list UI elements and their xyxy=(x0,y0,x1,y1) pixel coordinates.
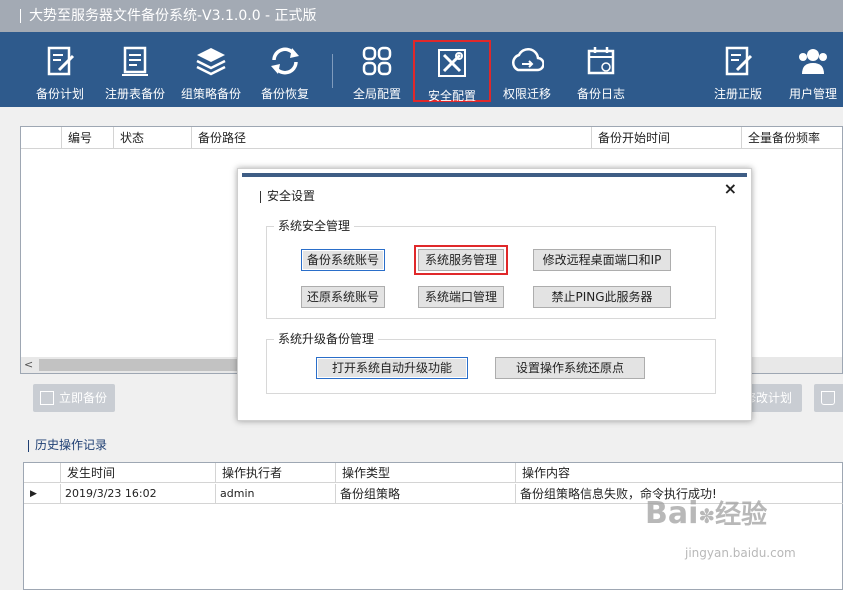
disable-ping-button[interactable]: 禁止PING此服务器 xyxy=(533,286,671,308)
toolbar-label: 安全配置 xyxy=(427,89,476,103)
toolbar-gpo-backup[interactable]: 组策略备份 xyxy=(176,32,246,107)
toolbar-backup-log[interactable]: 备份日志 xyxy=(568,32,634,107)
highlight-box xyxy=(414,245,508,275)
toolbar-label: 备份日志 xyxy=(576,87,625,101)
restore-accounts-button[interactable]: 还原系统账号 xyxy=(301,286,385,308)
table-header: 编号 状态 备份路径 备份开始时间 全量备份频率 xyxy=(21,127,842,149)
set-restore-point-button[interactable]: 设置操作系统还原点 xyxy=(495,357,645,379)
copy-icon xyxy=(40,391,54,405)
history-header: 发生时间 操作执行者 操作类型 操作内容 xyxy=(24,463,842,483)
toolbar-label: 注册正版 xyxy=(713,87,762,101)
column-header[interactable]: 备份路径 xyxy=(191,127,591,149)
trash-icon xyxy=(821,391,835,405)
dialog-title-divider xyxy=(260,190,261,203)
column-header[interactable]: 编号 xyxy=(61,127,113,149)
backup-now-label: 立即备份 xyxy=(59,391,108,405)
toolbar-label: 用户管理 xyxy=(788,87,837,101)
scroll-left-icon[interactable]: < xyxy=(24,357,33,373)
port-management-button[interactable]: 系统端口管理 xyxy=(418,286,504,308)
remote-desktop-port-button[interactable]: 修改远程桌面端口和IP xyxy=(533,249,671,271)
toolbar-label: 全局配置 xyxy=(352,87,401,101)
delete-plan-button[interactable] xyxy=(814,384,843,412)
toolbar-global-config[interactable]: 全局配置 xyxy=(344,32,410,107)
refresh-icon xyxy=(271,47,299,75)
watermark-brand: Bai xyxy=(645,496,699,531)
column-header[interactable]: 操作内容 xyxy=(515,463,843,483)
history-time: 2019/3/23 16:02 xyxy=(60,484,215,504)
dialog-title-text: 安全设置 xyxy=(267,189,316,203)
watermark-brand2: 经验 xyxy=(715,500,768,530)
history-section-label: 历史操作记录 xyxy=(28,436,107,453)
enable-auto-update-button[interactable]: 打开系统自动升级功能 xyxy=(316,357,468,379)
title-divider xyxy=(20,9,21,23)
toolbar-label: 备份恢复 xyxy=(260,87,309,101)
history-user: admin xyxy=(215,484,335,504)
layers-icon xyxy=(196,48,226,76)
column-header[interactable]: 操作类型 xyxy=(335,463,515,483)
history-label-divider xyxy=(28,439,29,452)
toolbar-label: 权限迁移 xyxy=(502,87,551,101)
column-header[interactable]: 备份开始时间 xyxy=(591,127,741,149)
baidu-watermark: Bai✽经验 jingyan.baidu.com xyxy=(645,494,796,560)
toolbar-separator xyxy=(332,54,333,88)
backup-accounts-button[interactable]: 备份系统账号 xyxy=(301,249,385,271)
paw-icon: ✽ xyxy=(698,504,716,528)
toolbar-register[interactable]: 注册正版 xyxy=(706,32,770,107)
group-label: 系统安全管理 xyxy=(274,217,355,234)
dialog-top-accent xyxy=(242,173,747,177)
toolbar-user-management[interactable]: 用户管理 xyxy=(782,32,843,107)
main-toolbar: 备份计划 注册表备份 组策略备份 备份恢复 全局配置 安全配置 权限迁移 备份日… xyxy=(0,32,843,107)
column-header[interactable]: 发生时间 xyxy=(60,463,215,483)
toolbar-label: 注册表备份 xyxy=(104,87,165,101)
toolbar-backup-plan[interactable]: 备份计划 xyxy=(22,32,98,107)
security-settings-dialog: 安全设置 × 系统安全管理 备份系统账号 系统服务管理 修改远程桌面端口和IP … xyxy=(237,168,752,421)
toolbar-permission-migration[interactable]: 权限迁移 xyxy=(494,32,560,107)
backup-now-button[interactable]: 立即备份 xyxy=(33,384,115,412)
row-indicator-icon: ▶ xyxy=(24,484,60,504)
toolbar-security-config[interactable]: 安全配置 xyxy=(413,40,491,103)
toolbar-label: 备份计划 xyxy=(35,87,84,101)
history-label-text: 历史操作记录 xyxy=(35,438,108,452)
window-title: 大势至服务器文件备份系统-V3.1.0.0 - 正式版 xyxy=(29,8,317,24)
close-icon[interactable]: × xyxy=(724,179,737,198)
column-header[interactable]: 全量备份频率 xyxy=(741,127,843,149)
group-label: 系统升级备份管理 xyxy=(274,330,379,347)
calendar-icon xyxy=(587,47,615,75)
watermark-url: jingyan.baidu.com xyxy=(685,546,796,560)
register-icon xyxy=(725,46,753,76)
users-icon xyxy=(799,49,827,74)
cloud-transfer-icon xyxy=(512,48,544,72)
toolbar-label: 组策略备份 xyxy=(180,87,241,101)
toolbar-backup-restore[interactable]: 备份恢复 xyxy=(252,32,318,107)
dialog-title: 安全设置 xyxy=(260,187,315,204)
grid-icon xyxy=(362,46,392,76)
tools-icon xyxy=(438,49,466,77)
edit-note-icon xyxy=(47,46,75,76)
column-header[interactable]: 状态 xyxy=(113,127,191,149)
toolbar-registry-backup[interactable]: 注册表备份 xyxy=(100,32,170,107)
history-type: 备份组策略 xyxy=(335,484,515,504)
column-header[interactable]: 操作执行者 xyxy=(215,463,335,483)
title-bar: 大势至服务器文件备份系统-V3.1.0.0 - 正式版 xyxy=(0,0,843,32)
document-list-icon xyxy=(122,46,148,76)
